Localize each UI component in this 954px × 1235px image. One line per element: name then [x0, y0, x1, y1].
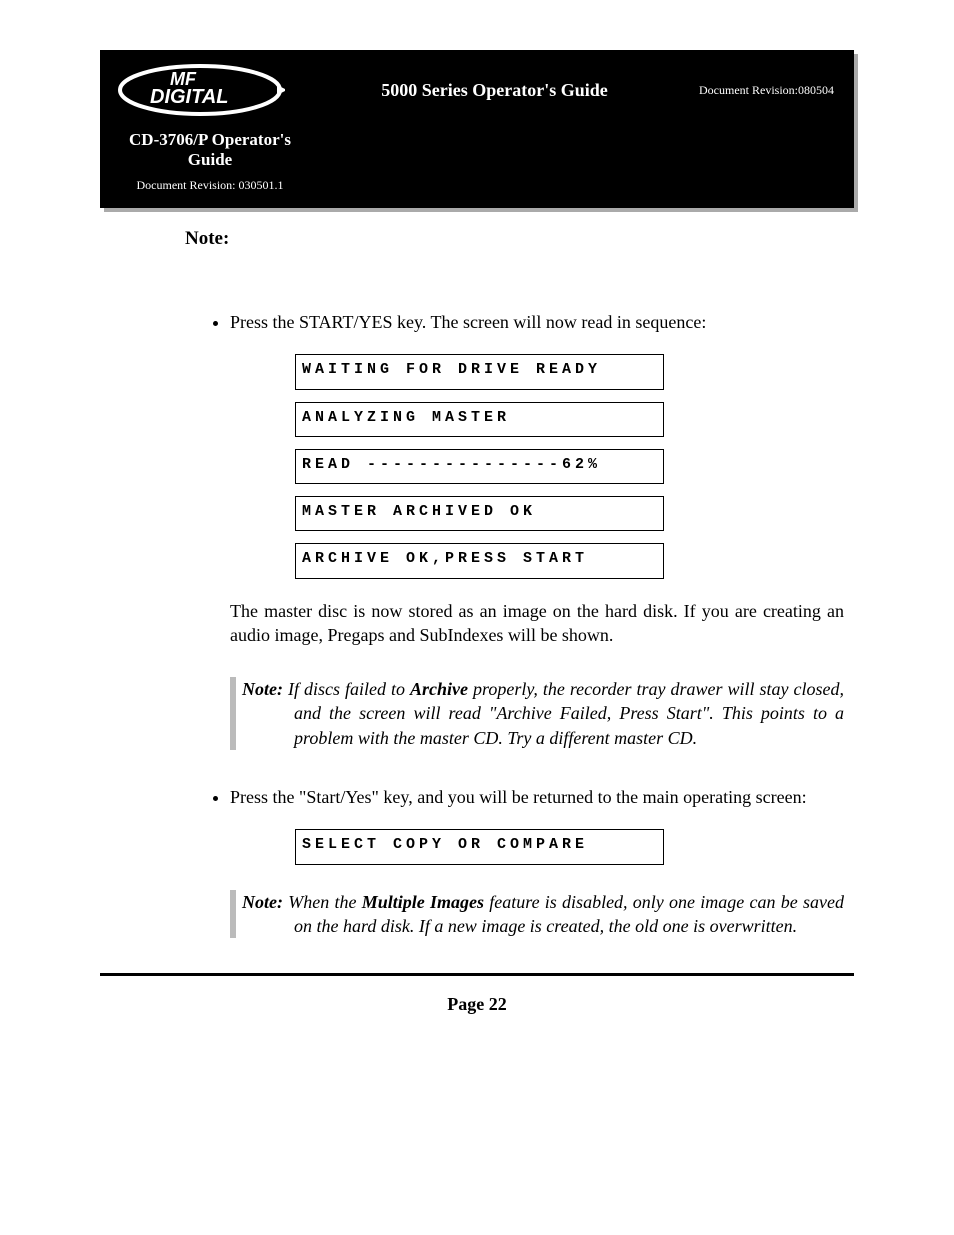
note-callout: Note: When the Multiple Images feature i… — [230, 890, 844, 939]
lcd-display: READ ---------------62% — [295, 449, 664, 484]
note-bold-word: Archive — [410, 679, 468, 699]
footer-rule — [100, 973, 854, 976]
header-subtitle: CD-3706/P Operator's Guide — [120, 130, 300, 170]
note-text: When the — [283, 892, 362, 912]
note-label-inline: Note: — [242, 892, 283, 912]
note-heading: Note: — [185, 228, 844, 250]
logo-icon: MF DIGITAL — [115, 63, 285, 118]
lcd-single-wrap: SELECT COPY OR COMPARE — [295, 829, 844, 864]
page-number: Page 22 — [0, 994, 954, 1015]
header-top-row: MF DIGITAL 5000 Series Operator's Guide … — [100, 50, 854, 130]
lcd-display: ANALYZING MASTER — [295, 402, 664, 437]
instruction-list: Press the START/YES key. The screen will… — [205, 310, 844, 938]
header-sub-revision: Document Revision: 030501.1 — [120, 178, 300, 193]
lcd-display: WAITING FOR DRIVE READY — [295, 354, 664, 389]
header-bottom-row: CD-3706/P Operator's Guide Document Revi… — [100, 130, 854, 208]
list-item: Press the START/YES key. The screen will… — [230, 310, 844, 750]
mf-digital-logo: MF DIGITAL — [110, 60, 290, 120]
header-revision-right: Document Revision:080504 — [699, 83, 834, 98]
note-callout: Note: If discs failed to Archive properl… — [230, 677, 844, 750]
lcd-display: MASTER ARCHIVED OK — [295, 496, 664, 531]
note-text: If discs failed to — [283, 679, 410, 699]
list-item: Press the "Start/Yes" key, and you will … — [230, 785, 844, 938]
note-bold-word: Multiple Images — [362, 892, 484, 912]
page-header: MF DIGITAL 5000 Series Operator's Guide … — [100, 50, 854, 208]
lcd-display: SELECT COPY OR COMPARE — [295, 829, 664, 864]
header-center-title: 5000 Series Operator's Guide — [290, 80, 699, 101]
note-label-inline: Note: — [242, 679, 283, 699]
lcd-sequence: WAITING FOR DRIVE READY ANALYZING MASTER… — [295, 354, 844, 578]
bullet-text: Press the START/YES key. The screen will… — [230, 312, 706, 332]
lcd-display: ARCHIVE OK,PRESS START — [295, 543, 664, 578]
svg-text:DIGITAL: DIGITAL — [150, 86, 229, 108]
paragraph: The master disc is now stored as an imag… — [230, 599, 844, 648]
page-content: Note: Press the START/YES key. The scree… — [110, 228, 844, 938]
bullet-text: Press the "Start/Yes" key, and you will … — [230, 787, 807, 807]
